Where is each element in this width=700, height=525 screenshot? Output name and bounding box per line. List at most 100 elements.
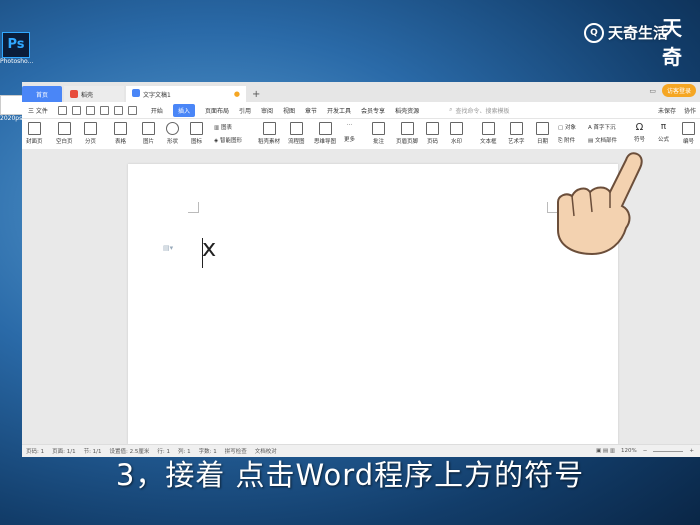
word-art-icon [509, 122, 523, 135]
blank-page-icon [57, 122, 71, 135]
watermark-logo-icon: Q [584, 22, 604, 43]
text-box-button[interactable]: 文本框 [480, 122, 497, 145]
unsaved-status[interactable]: 未保存 [658, 106, 676, 115]
paragraph-handle-icon[interactable]: ▤▾ [163, 244, 173, 252]
daoke-material-button[interactable]: 稻壳素材 [258, 122, 280, 145]
table-button[interactable]: 表格 [114, 122, 127, 145]
print-preview-icon[interactable] [99, 105, 109, 115]
shape-label: 形状 [166, 139, 178, 145]
flowchart-button[interactable]: 流程图 [288, 122, 305, 145]
formula-icon: π [660, 122, 667, 132]
document-parts-label: 文档部件 [594, 138, 617, 144]
page-number-button[interactable]: 页码 [426, 122, 439, 145]
omega-symbol-icon: Ω [635, 122, 644, 133]
numbering-label: 编号 [682, 139, 694, 145]
comment-button[interactable]: 批注 [372, 122, 385, 145]
formula-label: 公式 [658, 137, 670, 143]
menu-developer[interactable]: 开发工具 [327, 106, 351, 115]
icon-button[interactable]: 图标 [190, 122, 203, 145]
date-icon [536, 122, 549, 135]
menu-chapter[interactable]: 章节 [305, 106, 317, 115]
watermark-icon [450, 122, 463, 135]
cover-page-label: 封面页 [26, 139, 43, 145]
menu-view[interactable]: 视图 [283, 106, 295, 115]
header-footer-icon [400, 122, 414, 135]
drop-cap-button[interactable]: A 首字下沉 [588, 123, 616, 131]
search-placeholder: 查找命令、搜索模板 [455, 107, 510, 115]
cover-page-icon [27, 122, 41, 135]
object-icon: ▢ [558, 125, 565, 131]
menu-insert[interactable]: 插入 [172, 103, 195, 117]
watermark-label: 水印 [450, 139, 462, 145]
collaborate-button[interactable]: 协作 [684, 106, 696, 115]
chart-button[interactable]: ▥ 图表 [214, 123, 232, 131]
menu-references[interactable]: 引用 [239, 106, 251, 115]
page-break-button[interactable]: 分页 [84, 122, 97, 145]
undo-icon[interactable] [113, 105, 123, 115]
tab-document[interactable]: 文字文稿1 ● [126, 86, 246, 102]
window-layout-icon[interactable]: ▭ [649, 87, 656, 95]
word-art-label: 艺术字 [508, 139, 525, 145]
symbol-label: 符号 [634, 137, 646, 143]
flowchart-label: 流程图 [288, 139, 305, 145]
attachment-button[interactable]: ⎘ 附件 [558, 136, 575, 145]
shape-button[interactable]: 形状 [166, 122, 179, 145]
object-button[interactable]: ▢ 对象 [558, 123, 576, 131]
chart-label: 图表 [220, 125, 232, 131]
menu-start[interactable]: 开始 [151, 106, 163, 115]
photoshop-desktop-label: Photosho... [0, 58, 34, 65]
menu-review[interactable]: 审阅 [261, 106, 273, 115]
smart-art-button[interactable]: ◈ 智能图形 [214, 136, 242, 144]
quick-access-icons [57, 105, 137, 115]
attachment-label: 附件 [564, 138, 576, 144]
tab-daoke-label: 稻壳 [81, 91, 94, 99]
titlebar-right: ▭ 访客登录 [649, 84, 696, 97]
word-art-button[interactable]: 艺术字 [508, 122, 525, 145]
header-footer-button[interactable]: 页眉页脚 [396, 122, 418, 145]
tab-home[interactable]: 首页 [22, 86, 62, 102]
document-parts-icon: ▤ [588, 138, 595, 144]
document-desktop-icon[interactable] [0, 95, 24, 115]
symbol-button[interactable]: Ω 符号 [634, 122, 645, 143]
login-button[interactable]: 访客登录 [661, 84, 696, 97]
photoshop-desktop-icon[interactable]: Ps [2, 32, 30, 58]
export-pdf-icon[interactable] [71, 105, 81, 115]
picture-label: 图片 [142, 139, 154, 145]
command-search[interactable]: ⌕ 查找命令、搜索模板 [449, 106, 509, 115]
menu-member[interactable]: 会员专享 [361, 106, 385, 115]
formula-button[interactable]: π 公式 [658, 122, 669, 143]
blank-page-button[interactable]: 空白页 [56, 122, 73, 145]
file-menu[interactable]: 三 文件 [28, 106, 48, 115]
writer-icon [132, 89, 140, 97]
watermark-text: 天奇生活 [608, 24, 669, 42]
page-break-label: 分页 [84, 139, 96, 145]
document-text[interactable]: x [202, 234, 216, 262]
mindmap-button[interactable]: 思维导图 [314, 122, 336, 145]
picture-button[interactable]: 图片 [142, 122, 155, 145]
save-icon[interactable] [57, 105, 67, 115]
tab-daoke[interactable]: 稻壳 [64, 86, 124, 102]
watermark-button[interactable]: 水印 [450, 122, 463, 145]
mindmap-icon [318, 122, 332, 135]
redo-icon[interactable] [127, 105, 137, 115]
menu-page-layout[interactable]: 页面布局 [205, 106, 229, 115]
document-page[interactable]: ▤▾ x [128, 164, 618, 444]
daoke-material-label: 稻壳素材 [258, 139, 281, 145]
tab-document-label: 文字文稿1 [143, 92, 171, 99]
watermark: Q 天奇生活 [584, 22, 668, 43]
pointing-hand-icon [557, 152, 643, 256]
page-number-label: 页码 [426, 139, 438, 145]
text-box-icon [481, 122, 495, 135]
icon-label: 图标 [190, 139, 202, 145]
shape-icon [166, 122, 179, 135]
more-button[interactable]: ··· 更多 [344, 122, 355, 143]
menu-bar: 三 文件 开始 插入 页面布局 引用 审阅 视图 章节 开发工具 会员专享 稻壳… [22, 102, 700, 119]
numbering-button[interactable]: 编号 [682, 122, 695, 145]
date-button[interactable]: 日期 [536, 122, 549, 145]
new-tab-button[interactable]: + [252, 89, 260, 100]
cover-page-button[interactable]: 封面页 [26, 122, 43, 145]
mindmap-label: 思维导图 [314, 139, 337, 145]
document-parts-button[interactable]: ▤ 文档部件 [588, 136, 617, 144]
print-icon[interactable] [85, 105, 95, 115]
menu-daoke-resources[interactable]: 稻壳资源 [395, 106, 419, 115]
